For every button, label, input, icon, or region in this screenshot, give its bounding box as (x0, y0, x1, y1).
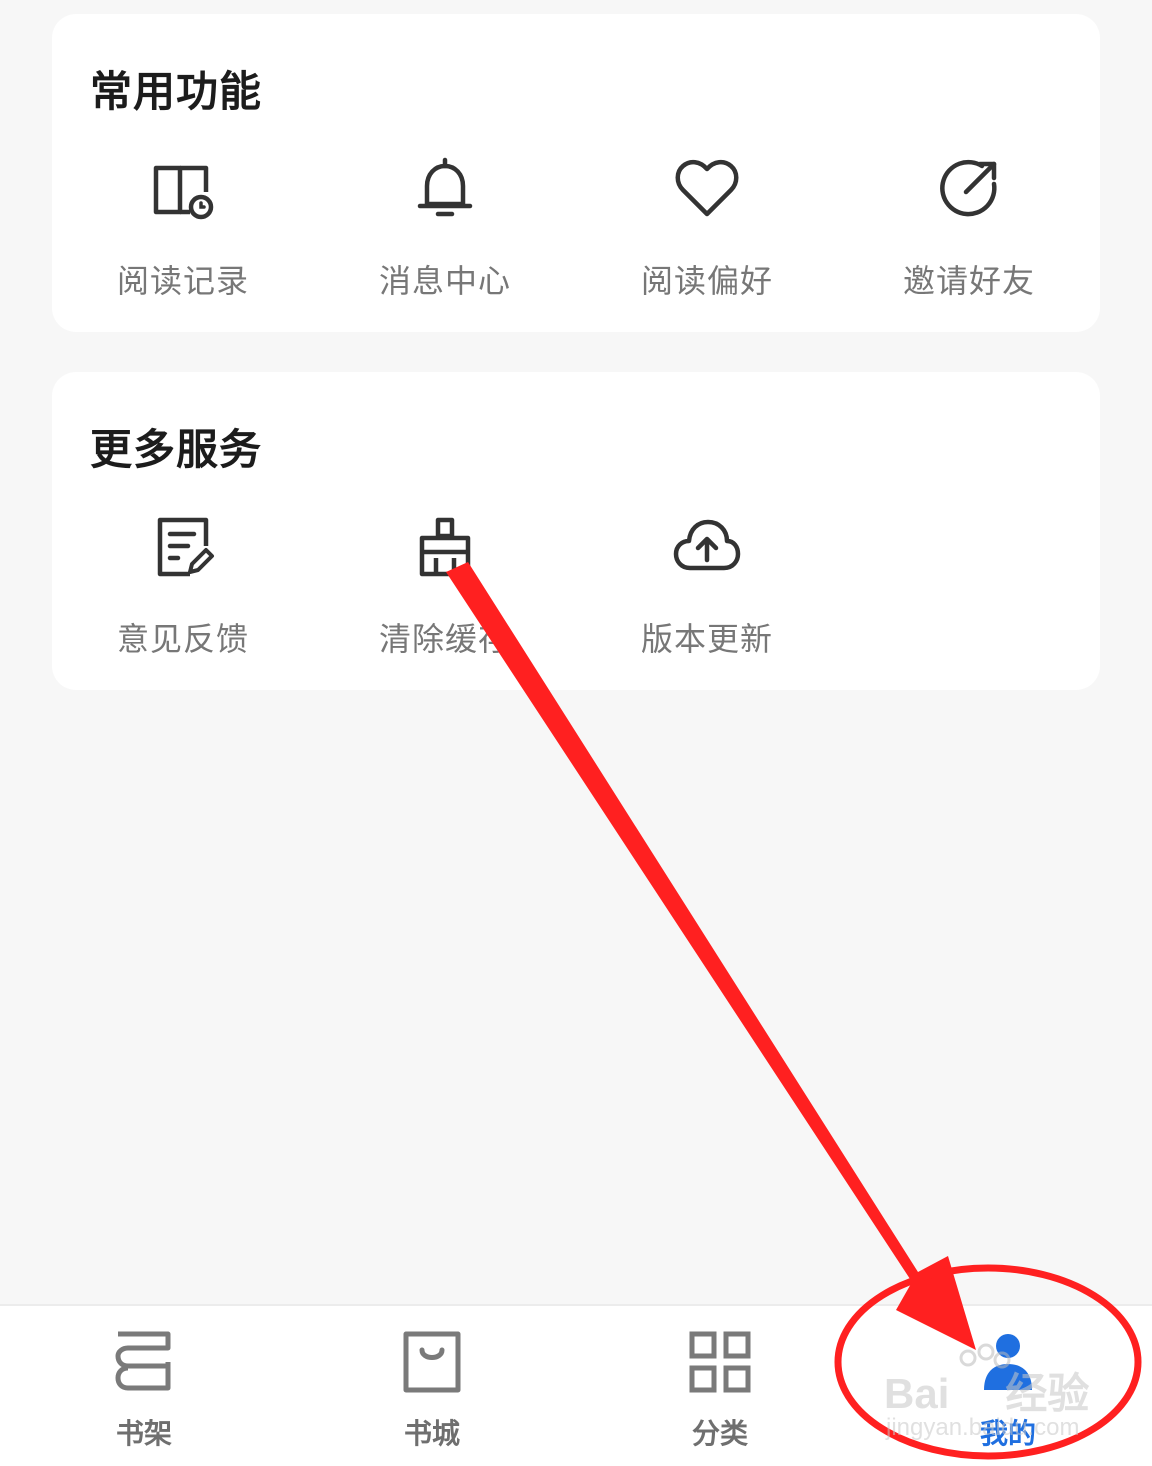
broom-icon (419, 517, 471, 577)
reading-history-icon (153, 165, 214, 220)
more-services-title: 更多服务 (90, 425, 263, 474)
bell-icon (417, 157, 473, 217)
shopping-bag-icon (403, 1331, 461, 1393)
share-icon (940, 159, 997, 217)
nav-label-bookshelf: 书架 (115, 1417, 172, 1450)
feedback-label: 意见反馈 (116, 620, 249, 658)
feedback-icon (157, 517, 214, 577)
version-update-button[interactable]: 版本更新 (576, 510, 838, 670)
nav-label-bookstore: 书城 (403, 1417, 460, 1450)
nav-label-category: 分类 (691, 1417, 748, 1450)
nav-item-bookshelf[interactable]: 书架 (0, 1326, 288, 1456)
cloud-upload-icon (673, 519, 741, 571)
nav-item-category[interactable]: 分类 (576, 1326, 864, 1456)
invite-friends-label: 邀请好友 (902, 262, 1035, 300)
reading-history-label: 阅读记录 (116, 262, 249, 300)
reading-history-button[interactable]: 阅读记录 (52, 152, 314, 312)
message-center-button[interactable]: 消息中心 (314, 152, 576, 312)
bottom-navigation: 书架 书城 分类 我的 (0, 1304, 1152, 1466)
invite-friends-button[interactable]: 邀请好友 (838, 152, 1100, 312)
more-services-card: 更多服务 意见反馈 清除缓存 版本更新 (52, 372, 1100, 690)
clear-cache-label: 清除缓存 (378, 620, 511, 658)
message-center-label: 消息中心 (378, 262, 511, 300)
clear-cache-button[interactable]: 清除缓存 (314, 510, 576, 670)
bookshelf-icon (115, 1331, 171, 1391)
user-icon (984, 1334, 1032, 1390)
nav-item-mine[interactable]: 我的 (864, 1326, 1152, 1456)
common-functions-card: 常用功能 阅读记录 消息中心 阅读偏好 邀请好友 (52, 14, 1100, 332)
feedback-button[interactable]: 意见反馈 (52, 510, 314, 670)
grid-icon (689, 1331, 751, 1393)
reading-preference-button[interactable]: 阅读偏好 (576, 152, 838, 312)
reading-preference-label: 阅读偏好 (640, 262, 773, 300)
version-update-label: 版本更新 (640, 620, 773, 658)
nav-label-mine: 我的 (979, 1417, 1036, 1450)
common-functions-title: 常用功能 (90, 67, 263, 116)
heart-icon (675, 159, 739, 217)
nav-item-bookstore[interactable]: 书城 (288, 1326, 576, 1456)
